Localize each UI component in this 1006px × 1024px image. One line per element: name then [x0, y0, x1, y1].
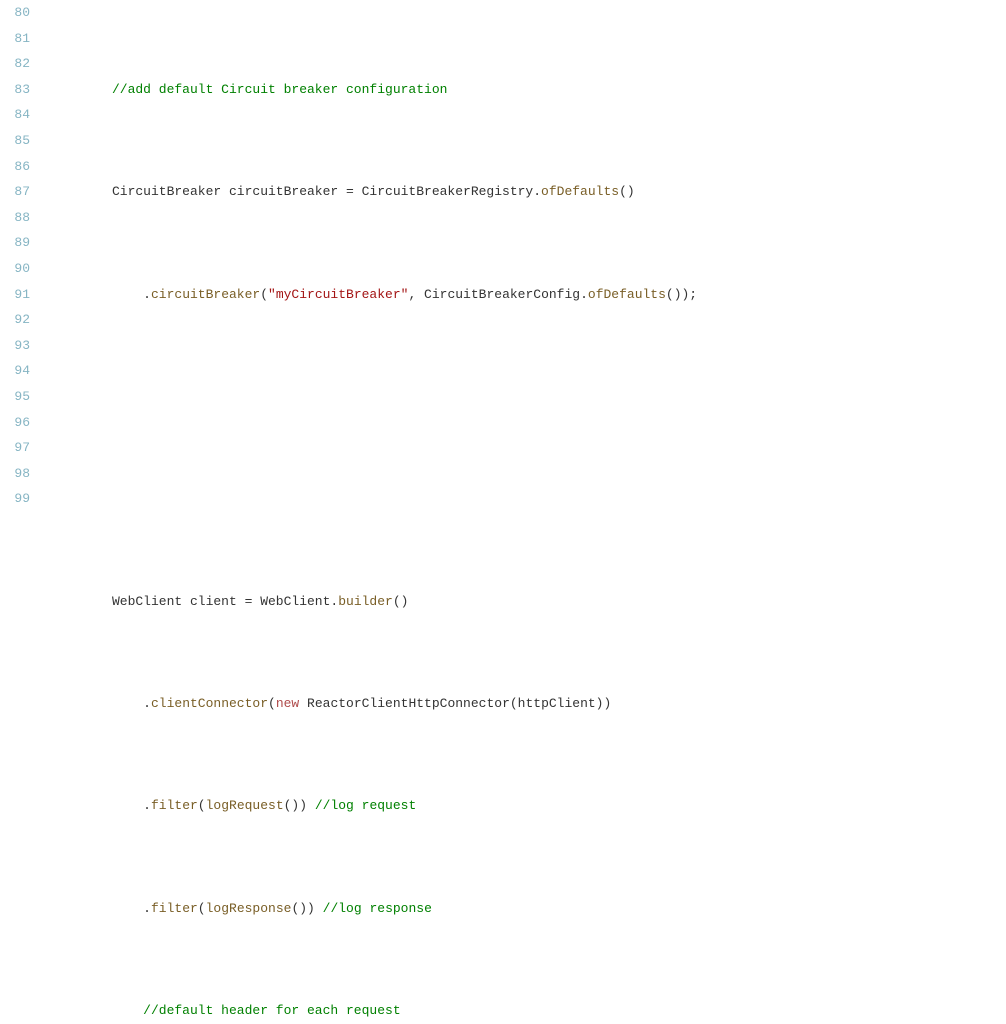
line-number: 99: [0, 486, 30, 512]
token: WebClient client = WebClient.: [112, 594, 338, 609]
code-line: CircuitBreaker circuitBreaker = CircuitB…: [48, 179, 1006, 205]
token-method: filter: [151, 798, 198, 813]
line-number: 88: [0, 205, 30, 231]
token: .: [143, 901, 151, 916]
token: ()): [291, 901, 322, 916]
line-number: 82: [0, 51, 30, 77]
line-number: 87: [0, 179, 30, 205]
line-number: 86: [0, 154, 30, 180]
line-number: 89: [0, 230, 30, 256]
token-comment: //log request: [315, 798, 416, 813]
code-line: .clientConnector(new ReactorClientHttpCo…: [48, 691, 1006, 717]
token: ()): [284, 798, 315, 813]
token-method: builder: [338, 594, 393, 609]
line-number: 90: [0, 256, 30, 282]
token-comment: //log response: [323, 901, 432, 916]
line-number: 94: [0, 358, 30, 384]
token-method: ofDefaults: [588, 287, 666, 302]
line-number: 92: [0, 307, 30, 333]
line-number: 83: [0, 77, 30, 103]
token: (: [198, 798, 206, 813]
token-method: ofDefaults: [541, 184, 619, 199]
token: .: [143, 287, 151, 302]
code-line: WebClient client = WebClient.builder(): [48, 589, 1006, 615]
line-number: 96: [0, 410, 30, 436]
code-area[interactable]: //add default Circuit breaker configurat…: [48, 0, 1006, 512]
line-number: 93: [0, 333, 30, 359]
code-line: //add default Circuit breaker configurat…: [48, 77, 1006, 103]
code-line: [48, 486, 1006, 512]
line-number: 91: [0, 282, 30, 308]
token-method: logResponse: [206, 901, 292, 916]
token: (): [619, 184, 635, 199]
token: CircuitBreaker circuitBreaker = CircuitB…: [112, 184, 541, 199]
token: .: [143, 798, 151, 813]
token: (): [393, 594, 409, 609]
token-keyword: new: [276, 696, 299, 711]
token-comment: //add default Circuit breaker configurat…: [112, 82, 447, 97]
code-editor: 80 81 82 83 84 85 86 87 88 89 90 91 92 9…: [0, 0, 1006, 512]
line-number: 81: [0, 26, 30, 52]
line-number: 84: [0, 102, 30, 128]
line-number-gutter: 80 81 82 83 84 85 86 87 88 89 90 91 92 9…: [0, 0, 48, 512]
token: (: [260, 287, 268, 302]
line-number: 80: [0, 0, 30, 26]
token: (: [198, 901, 206, 916]
token-method: filter: [151, 901, 198, 916]
token: ReactorClientHttpConnector(httpClient)): [299, 696, 611, 711]
token-comment: //default header for each request: [143, 1003, 400, 1018]
code-line: [48, 384, 1006, 410]
token-method: clientConnector: [151, 696, 268, 711]
code-line: .circuitBreaker("myCircuitBreaker", Circ…: [48, 282, 1006, 308]
token-method: circuitBreaker: [151, 287, 260, 302]
token: .: [143, 696, 151, 711]
code-line: .filter(logResponse()) //log response: [48, 896, 1006, 922]
line-number: 97: [0, 435, 30, 461]
code-line: .filter(logRequest()) //log request: [48, 793, 1006, 819]
token: ());: [666, 287, 697, 302]
token: (: [268, 696, 276, 711]
token-method: logRequest: [206, 798, 284, 813]
code-line: //default header for each request: [48, 998, 1006, 1024]
line-number: 98: [0, 461, 30, 487]
line-number: 85: [0, 128, 30, 154]
token-string: "myCircuitBreaker": [268, 287, 408, 302]
token: , CircuitBreakerConfig.: [408, 287, 587, 302]
line-number: 95: [0, 384, 30, 410]
